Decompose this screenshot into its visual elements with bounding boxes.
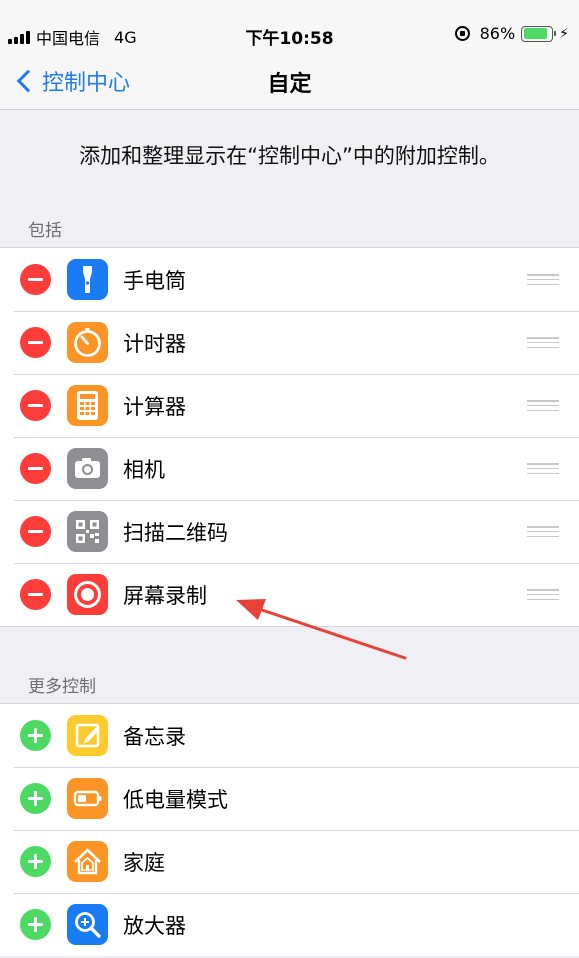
control-label: 扫描二维码: [123, 520, 228, 545]
control-label: 放大器: [123, 913, 186, 938]
section-header-included: 包括: [28, 221, 62, 241]
remove-control-button[interactable]: [20, 516, 51, 547]
calculator-icon: [67, 385, 108, 426]
flashlight-icon: [67, 259, 108, 300]
screen-record-icon: [67, 574, 108, 615]
camera-icon: [67, 448, 108, 489]
reorder-handle[interactable]: [527, 337, 559, 348]
control-row-home: 家庭: [0, 830, 579, 893]
control-row-low-power: 低电量模式: [0, 767, 579, 830]
control-label: 备忘录: [123, 724, 186, 749]
control-row-calculator: 计算器: [0, 374, 579, 437]
control-row-notes: 备忘录: [0, 704, 579, 767]
status-bar: 中国电信 4G 下午10:58 86% ⚡: [0, 0, 579, 60]
control-row-timer: 计时器: [0, 311, 579, 374]
add-control-button[interactable]: [20, 720, 51, 751]
remove-control-button[interactable]: [20, 264, 51, 295]
battery-icon: [521, 25, 557, 42]
add-control-button[interactable]: [20, 909, 51, 940]
navigation-bar: 控制中心 自定: [0, 60, 579, 110]
timer-icon: [67, 322, 108, 363]
control-label: 计时器: [123, 331, 186, 356]
reorder-handle[interactable]: [527, 274, 559, 285]
control-label: 相机: [123, 457, 165, 482]
page-title: 自定: [267, 72, 312, 97]
remove-control-button[interactable]: [20, 390, 51, 421]
notes-icon: [67, 715, 108, 756]
page-description: 添加和整理显示在“控制中心”中的附加控制。: [79, 144, 500, 168]
reorder-handle[interactable]: [527, 589, 559, 600]
remove-control-button[interactable]: [20, 579, 51, 610]
remove-control-button[interactable]: [20, 453, 51, 484]
low-power-icon: [67, 778, 108, 819]
control-row-camera: 相机: [0, 437, 579, 500]
reorder-handle[interactable]: [527, 463, 559, 474]
qr-code-icon: [67, 511, 108, 552]
add-control-button[interactable]: [20, 846, 51, 877]
magnifier-icon: [67, 904, 108, 945]
battery-fill: [523, 28, 547, 39]
control-label: 屏幕录制: [123, 583, 207, 608]
rotation-lock-icon: [454, 26, 470, 41]
reorder-handle[interactable]: [527, 526, 559, 537]
charging-icon: ⚡: [559, 25, 569, 42]
add-control-button[interactable]: [20, 783, 51, 814]
control-row-screen-record: 屏幕录制: [0, 563, 579, 626]
control-label: 低电量模式: [123, 787, 228, 812]
battery-percent: 86%: [479, 24, 516, 43]
control-row-qr-code: 扫描二维码: [0, 500, 579, 563]
control-row-flashlight: 手电筒: [0, 248, 579, 311]
control-row-magnifier: 放大器: [0, 893, 579, 956]
reorder-handle[interactable]: [527, 400, 559, 411]
control-label: 计算器: [123, 394, 186, 419]
section-header-more: 更多控制: [28, 677, 96, 697]
home-icon: [67, 841, 108, 882]
included-controls-list: 手电筒计时器计算器相机扫描二维码屏幕录制: [0, 247, 579, 627]
remove-control-button[interactable]: [20, 327, 51, 358]
control-label: 家庭: [123, 850, 165, 875]
control-label: 手电筒: [123, 268, 186, 293]
more-controls-list: 备忘录低电量模式家庭放大器: [0, 703, 579, 956]
status-right: 86% ⚡: [454, 24, 569, 43]
